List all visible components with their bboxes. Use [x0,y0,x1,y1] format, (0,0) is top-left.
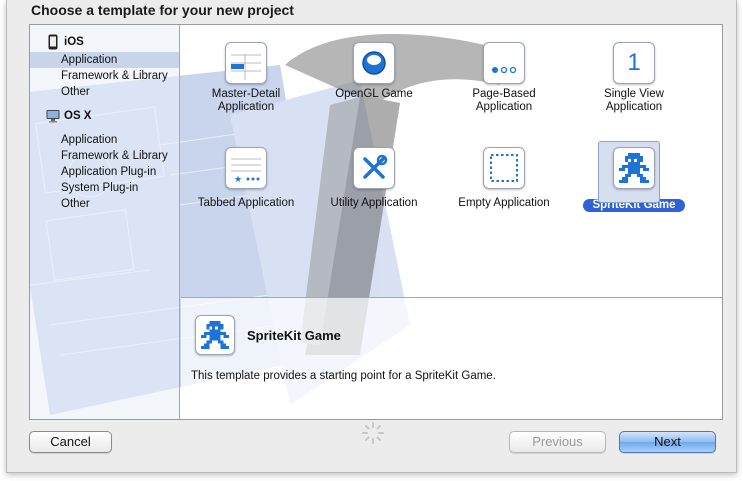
template-utility[interactable]: Utility Application [309,147,439,210]
sidebar-group-label: OS X [64,110,92,122]
single-view-glyph: 1 [627,49,641,76]
template-label: Empty Application [458,197,550,209]
template-empty[interactable]: Empty Application [439,147,569,210]
next-button[interactable]: Next [619,431,716,453]
sidebar-item-ios-framework-library[interactable]: Framework & Library [30,68,179,84]
template-single-view[interactable]: 1 Single View Application [569,42,699,114]
empty-icon [483,147,525,189]
loading-spinner-icon [362,422,384,444]
dialog-title: Choose a template for your new project [31,2,294,18]
detail-title: SpriteKit Game [247,328,341,343]
svg-text:★: ★ [234,175,242,185]
template-tabbed[interactable]: ★ Tabbed Application [181,147,311,210]
tabbed-icon: ★ [225,147,267,189]
sidebar-item-ios-other[interactable]: Other [30,84,179,100]
iphone-icon [48,34,58,50]
template-opengl-game[interactable]: OpenGL Game [309,42,439,101]
new-project-sheet: Choose a template for your new project i… [6,0,737,473]
template-page-based[interactable]: Page-Based Application [439,42,569,114]
single-view-icon: 1 [613,42,655,84]
sidebar-item-osx-application[interactable]: Application [30,132,179,148]
template-label: Master-Detail Application [211,88,281,113]
template-label: Tabbed Application [197,197,295,209]
spritekit-icon [613,147,655,189]
template-grid: Master-Detail Application OpenGL Game Pa… [181,25,722,297]
template-spritekit-game[interactable]: SpriteKit Game [569,141,699,213]
utility-icon [353,147,395,189]
sidebar-item-ios-application[interactable]: Application [30,52,179,68]
template-master-detail[interactable]: Master-Detail Application [181,42,311,114]
opengl-icon [353,42,395,84]
master-detail-icon [225,42,267,84]
template-detail-pane: SpriteKit Game This template provides a … [181,297,722,419]
sidebar-item-osx-other[interactable]: Other [30,196,179,212]
sidebar-group-ios: iOS [30,32,179,52]
template-label: OpenGL Game [335,88,413,100]
detail-description: This template provides a starting point … [191,370,496,382]
sidebar-item-osx-system-plugin[interactable]: System Plug-in [30,180,179,196]
template-label: Utility Application [330,197,418,209]
mac-icon [46,110,60,123]
spritekit-icon [195,315,235,355]
template-label: Page-Based Application [472,88,536,113]
template-chooser: iOS Application Framework & Library Othe… [29,24,723,420]
cancel-button[interactable]: Cancel [29,431,112,453]
sidebar-item-osx-framework-library[interactable]: Framework & Library [30,148,179,164]
sidebar-item-osx-application-plugin[interactable]: Application Plug-in [30,164,179,180]
platform-sidebar: iOS Application Framework & Library Othe… [30,25,180,419]
previous-button[interactable]: Previous [509,431,606,453]
sidebar-group-osx: OS X [30,106,179,126]
page-based-icon [483,42,525,84]
template-label: Single View Application [604,88,664,113]
sidebar-group-label: iOS [64,36,84,48]
